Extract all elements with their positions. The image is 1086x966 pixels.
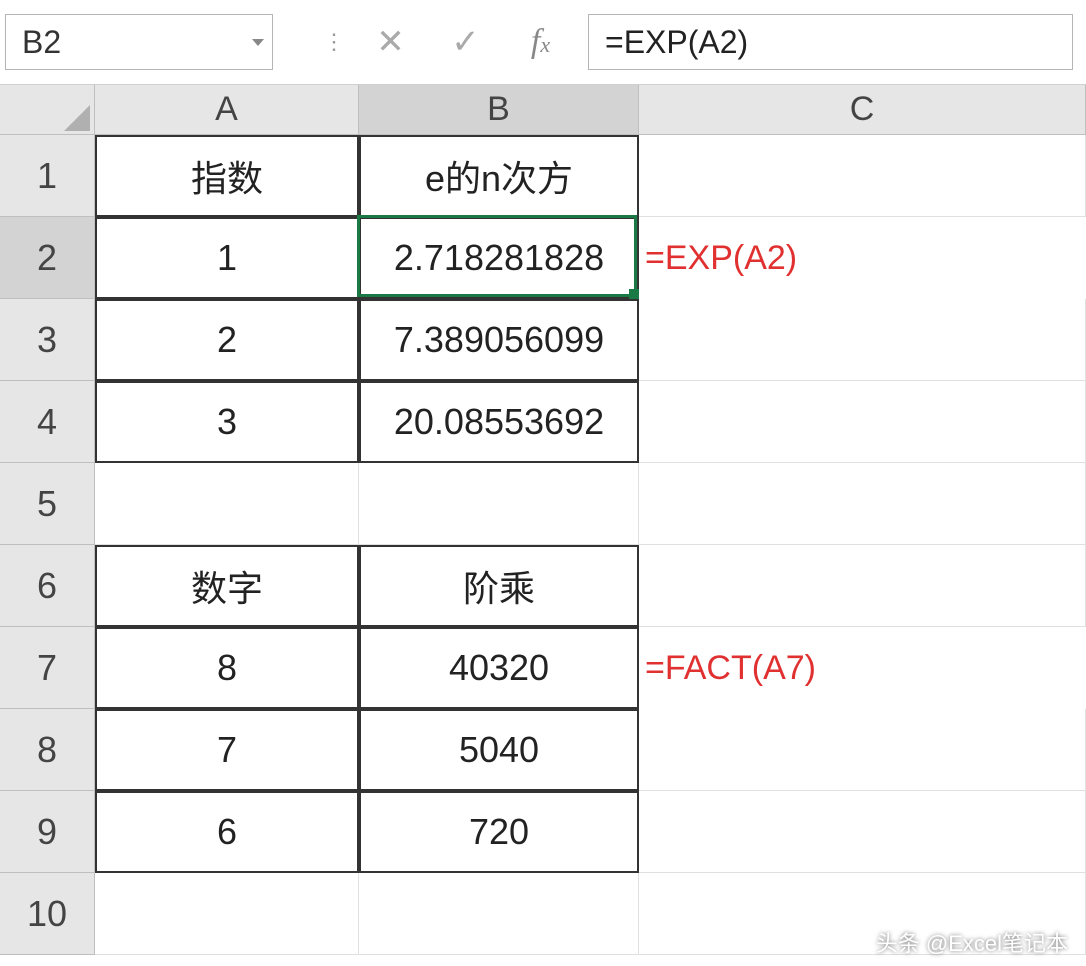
fx-icon[interactable]: fx <box>513 23 568 61</box>
cell-A5[interactable] <box>95 463 359 545</box>
cell-A7[interactable]: 8 <box>95 627 359 709</box>
cell-B10[interactable] <box>359 873 639 955</box>
row-header-8[interactable]: 8 <box>0 709 95 791</box>
spreadsheet-grid: A B C 1 指数 e的n次方 2 1 2.718281828 =EXP(A2… <box>0 85 1086 955</box>
formula-text: =EXP(A2) <box>605 24 748 61</box>
cell-B4[interactable]: 20.08553692 <box>359 381 639 463</box>
cell-B8[interactable]: 5040 <box>359 709 639 791</box>
cell-B9[interactable]: 720 <box>359 791 639 873</box>
cell-A4[interactable]: 3 <box>95 381 359 463</box>
cell-C8[interactable] <box>639 709 1086 791</box>
cell-A6[interactable]: 数字 <box>95 545 359 627</box>
name-box-value: B2 <box>22 24 61 61</box>
row-header-3[interactable]: 3 <box>0 299 95 381</box>
row-header-2[interactable]: 2 <box>0 217 95 299</box>
name-box[interactable]: B2 <box>5 14 273 70</box>
watermark-text: 头条 @Excel笔记本 <box>876 926 1068 958</box>
col-header-A[interactable]: A <box>95 85 359 135</box>
cell-A2[interactable]: 1 <box>95 217 359 299</box>
cell-B7[interactable]: 40320 <box>359 627 639 709</box>
cancel-icon[interactable]: ✕ <box>363 22 418 62</box>
row-header-9[interactable]: 9 <box>0 791 95 873</box>
cell-C1[interactable] <box>639 135 1086 217</box>
formula-bar: B2 ⋮ ✕ ✓ fx =EXP(A2) <box>0 0 1086 85</box>
row-header-7[interactable]: 7 <box>0 627 95 709</box>
annotation-exp: =EXP(A2) <box>639 217 1086 299</box>
row-header-4[interactable]: 4 <box>0 381 95 463</box>
cell-B2[interactable]: 2.718281828 <box>359 217 639 299</box>
cell-B3[interactable]: 7.389056099 <box>359 299 639 381</box>
select-all-corner[interactable] <box>0 85 95 135</box>
row-header-1[interactable]: 1 <box>0 135 95 217</box>
cell-C5[interactable] <box>639 463 1086 545</box>
separator-icon: ⋮ <box>323 29 343 55</box>
cell-B1[interactable]: e的n次方 <box>359 135 639 217</box>
cell-A9[interactable]: 6 <box>95 791 359 873</box>
row-header-5[interactable]: 5 <box>0 463 95 545</box>
name-box-dropdown-icon[interactable] <box>252 39 264 46</box>
cell-A10[interactable] <box>95 873 359 955</box>
cell-C3[interactable] <box>639 299 1086 381</box>
cell-C4[interactable] <box>639 381 1086 463</box>
cell-A1[interactable]: 指数 <box>95 135 359 217</box>
col-header-C[interactable]: C <box>639 85 1086 135</box>
cell-B6[interactable]: 阶乘 <box>359 545 639 627</box>
annotation-fact: =FACT(A7) <box>639 627 1086 709</box>
cell-C6[interactable] <box>639 545 1086 627</box>
row-header-10[interactable]: 10 <box>0 873 95 955</box>
cell-B5[interactable] <box>359 463 639 545</box>
confirm-icon[interactable]: ✓ <box>438 22 493 62</box>
formula-input[interactable]: =EXP(A2) <box>588 14 1073 70</box>
cell-C9[interactable] <box>639 791 1086 873</box>
row-header-6[interactable]: 6 <box>0 545 95 627</box>
col-header-B[interactable]: B <box>359 85 639 135</box>
cell-A3[interactable]: 2 <box>95 299 359 381</box>
cell-A8[interactable]: 7 <box>95 709 359 791</box>
